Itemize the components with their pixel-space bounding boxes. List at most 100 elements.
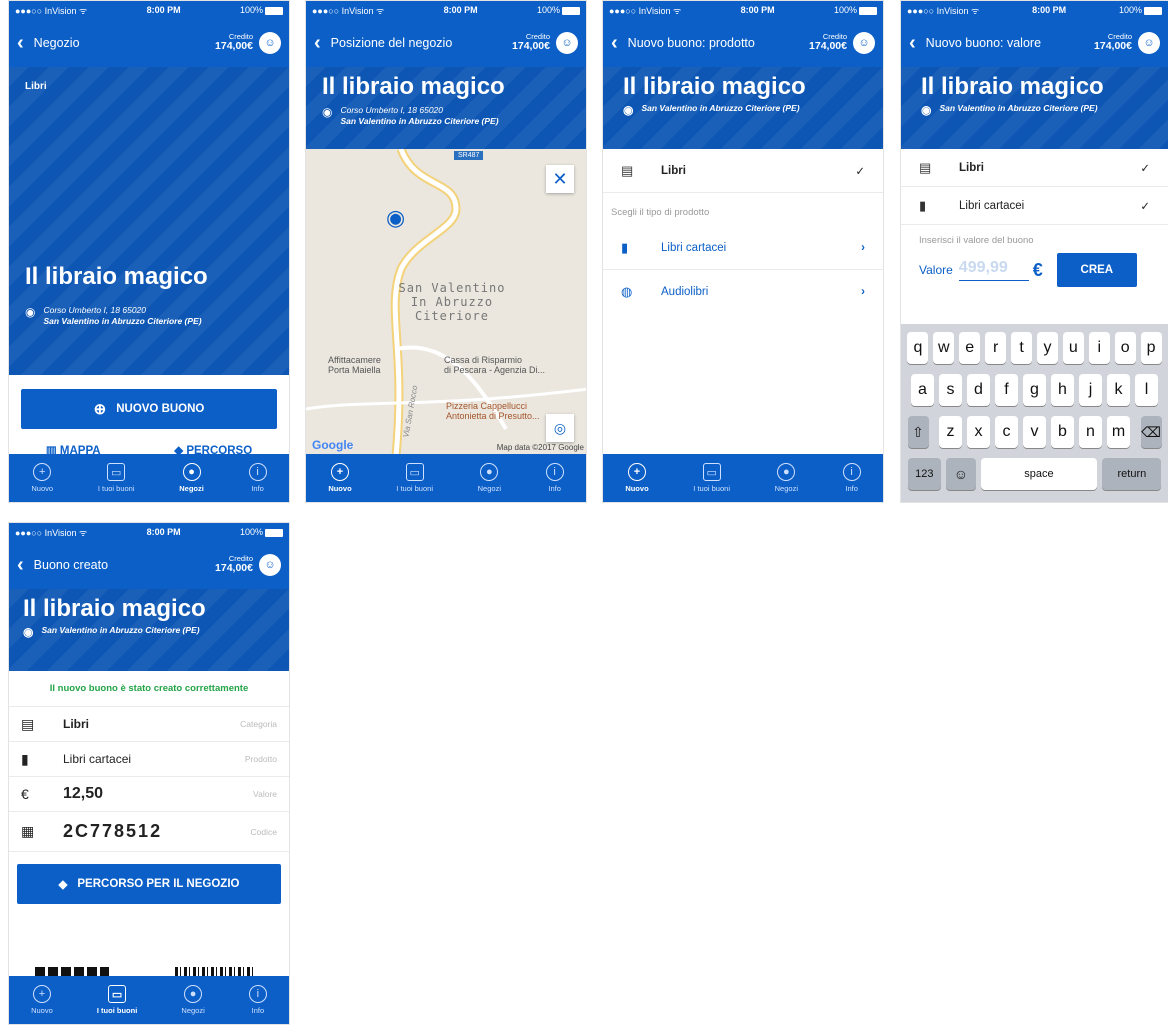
backspace-key[interactable]: ⌫: [1140, 416, 1162, 448]
tab-nuovo[interactable]: + Nuovo: [625, 463, 649, 493]
address-line1: Corso Umberto I, 18 65020: [340, 105, 444, 115]
key-d[interactable]: d: [967, 374, 990, 406]
summary-value-label: Valore: [253, 789, 277, 799]
value-hint: Inserisci il valore del buono: [919, 235, 1034, 246]
books-icon: ▤: [919, 159, 932, 175]
emoji-key[interactable]: ☺: [946, 458, 976, 490]
key-n[interactable]: n: [1079, 416, 1102, 448]
back-button[interactable]: ‹: [611, 33, 618, 53]
key-a[interactable]: a: [911, 374, 934, 406]
value-input[interactable]: 499,99: [958, 259, 1029, 281]
product-item-cartacei[interactable]: ▮ Libri cartacei ›: [603, 226, 883, 270]
header-title: Nuovo buono: valore: [925, 36, 1042, 50]
tab-negozi[interactable]: ● Negozi: [179, 463, 204, 493]
credit-display: Credito 174,00€: [215, 554, 253, 575]
key-t[interactable]: t: [1011, 332, 1032, 364]
key-q[interactable]: q: [907, 332, 929, 364]
key-l[interactable]: l: [1135, 374, 1158, 406]
key-k[interactable]: k: [1107, 374, 1130, 406]
tab-info[interactable]: i Info: [545, 463, 564, 493]
key-h[interactable]: h: [1051, 374, 1074, 406]
poi-pizzeria: Pizzeria Cappellucci Antonietta di Presu…: [446, 401, 540, 421]
key-v[interactable]: v: [1023, 416, 1046, 448]
tab-buoni[interactable]: ▭ I tuoi buoni: [98, 463, 135, 493]
key-c[interactable]: c: [995, 416, 1018, 448]
check-icon: ✓: [1140, 200, 1150, 213]
credit-display: Credito 174,00€: [1094, 32, 1132, 53]
shop-name: Il libraio magico: [23, 595, 206, 622]
back-button[interactable]: ‹: [314, 33, 321, 53]
back-button[interactable]: ‹: [17, 33, 24, 53]
route-to-shop-button[interactable]: ◆ PERCORSO PER IL NEGOZIO: [17, 864, 281, 904]
header-title: Negozio: [33, 36, 80, 50]
clock: 8:00 PM: [146, 5, 181, 15]
key-b[interactable]: b: [1051, 416, 1074, 448]
tab-info[interactable]: i Info: [842, 463, 861, 493]
selected-category-row[interactable]: ▤ Libri ✓: [603, 149, 883, 193]
key-r[interactable]: r: [985, 332, 1007, 364]
screen-posizione: ●●●○○ InVision ᯤ 8:00 PM 100% ‹ Posizione …: [305, 0, 587, 503]
shop-hero: Il libraio magico ◉ San Valentino in Abru…: [603, 67, 883, 149]
shop-address: ◉ Corso Umberto I, 18 65020 San Valentino…: [25, 305, 202, 327]
key-i[interactable]: i: [1088, 332, 1110, 364]
tab-nuovo[interactable]: + Nuovo: [31, 985, 53, 1015]
shift-key[interactable]: ⇧: [907, 416, 929, 448]
key-x[interactable]: x: [967, 416, 990, 448]
user-credit-icon[interactable]: ☺: [556, 32, 578, 54]
user-credit-icon[interactable]: ☺: [259, 32, 281, 54]
key-m[interactable]: m: [1107, 416, 1130, 448]
map-view[interactable]: SR487 ✕ ◉ San Valentino In Abruzzo Citer…: [306, 149, 586, 456]
credit-display: Credito 174,00€: [809, 32, 847, 53]
tab-nuovo-label: Nuovo: [328, 484, 352, 493]
close-map-button[interactable]: ✕: [546, 165, 574, 193]
key-u[interactable]: u: [1062, 332, 1084, 364]
tab-bar: + Nuovo ▭ I tuoi buoni ● Negozi i Info: [306, 454, 586, 502]
tab-info-label: Info: [548, 484, 561, 493]
info-icon: i: [248, 985, 267, 1003]
my-location-button[interactable]: ◎: [546, 414, 574, 442]
tab-nuovo[interactable]: + Nuovo: [328, 463, 352, 493]
key-j[interactable]: j: [1079, 374, 1102, 406]
create-button[interactable]: CREA: [1056, 253, 1137, 287]
key-s[interactable]: s: [939, 374, 962, 406]
user-credit-icon[interactable]: ☺: [259, 554, 281, 576]
numbers-key[interactable]: 123: [907, 458, 942, 490]
tab-negozi-label: Negozi: [477, 484, 501, 493]
return-key[interactable]: return: [1102, 458, 1162, 490]
space-key[interactable]: space: [980, 458, 1098, 490]
user-credit-icon[interactable]: ☺: [1138, 32, 1160, 54]
nav-header: ‹ Nuovo buono: prodotto Credito 174,00€ ☺: [603, 19, 883, 67]
tab-buoni[interactable]: ▭ I tuoi buoni: [693, 463, 730, 493]
back-button[interactable]: ‹: [17, 555, 24, 575]
key-o[interactable]: o: [1114, 332, 1136, 364]
new-voucher-button[interactable]: ⊕ NUOVO BUONO: [21, 389, 277, 429]
product-label-audiolibri: Audiolibri: [661, 286, 709, 298]
key-p[interactable]: p: [1140, 332, 1162, 364]
status-bar: ●●●○○ InVision ᯤ 8:00 PM 100%: [901, 1, 1168, 19]
user-credit-icon[interactable]: ☺: [853, 32, 875, 54]
google-logo: Google: [312, 438, 354, 452]
keyboard-row-3: ⇧ z x c v b n m ⌫: [905, 416, 1164, 448]
key-f[interactable]: f: [995, 374, 1018, 406]
shop-name: Il libraio magico: [322, 73, 505, 100]
key-w[interactable]: w: [933, 332, 955, 364]
tab-negozi[interactable]: ● Negozi: [478, 463, 501, 493]
tab-negozi[interactable]: ● Negozi: [181, 985, 205, 1015]
key-e[interactable]: e: [959, 332, 981, 364]
product-item-audiolibri[interactable]: ◍ Audiolibri ›: [603, 270, 883, 314]
plus-icon: +: [627, 463, 646, 481]
key-g[interactable]: g: [1023, 374, 1046, 406]
key-z[interactable]: z: [939, 416, 962, 448]
tab-info[interactable]: i Info: [248, 985, 267, 1015]
value-form: Valore 499,99 € CREA: [901, 252, 1168, 288]
location-pin-icon: ◉: [623, 103, 634, 117]
tab-buoni[interactable]: ▭ I tuoi buoni: [97, 985, 137, 1015]
tab-negozi[interactable]: ● Negozi: [775, 463, 798, 493]
credit-display: Credito 174,00€: [215, 32, 253, 53]
back-button[interactable]: ‹: [909, 33, 916, 53]
key-y[interactable]: y: [1037, 332, 1058, 364]
tab-nuovo[interactable]: + Nuovo: [31, 463, 53, 493]
shop-address: ◉ Corso Umberto I, 18 65020 San Valentino…: [322, 105, 570, 127]
tab-buoni[interactable]: ▭ I tuoi buoni: [396, 463, 433, 493]
tab-info[interactable]: i Info: [248, 463, 267, 493]
